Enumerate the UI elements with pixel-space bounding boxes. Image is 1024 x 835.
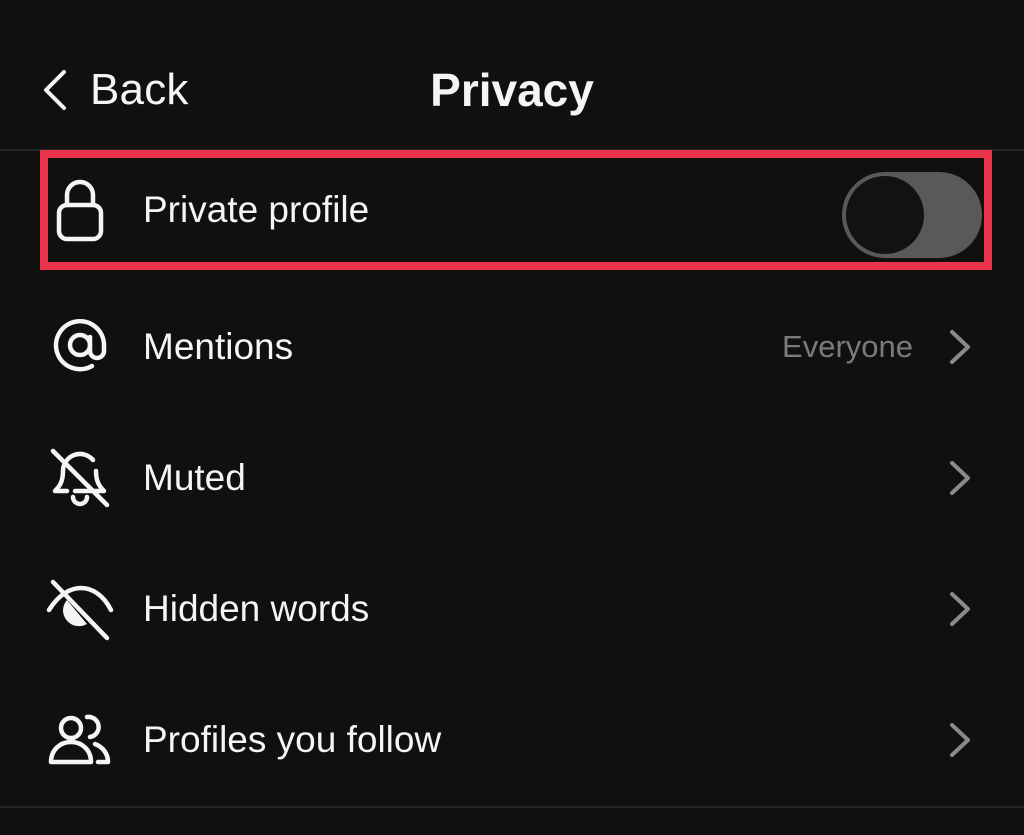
row-mentions[interactable]: Mentions Everyone [0, 287, 1024, 407]
chevron-right-icon [944, 458, 974, 498]
row-label-private-profile: Private profile [143, 189, 370, 230]
chevron-right-icon [944, 327, 974, 367]
page-title: Privacy [430, 64, 594, 116]
lock-icon [40, 170, 120, 250]
people-icon [40, 700, 120, 780]
chevron-right-icon [944, 720, 974, 760]
at-sign-icon [40, 307, 120, 387]
row-label-profiles-you-follow: Profiles you follow [143, 719, 442, 760]
bell-off-icon [40, 438, 120, 518]
mentions-value: Everyone [782, 329, 913, 364]
row-label-mentions: Mentions [143, 326, 294, 367]
row-label-hidden-words: Hidden words [143, 588, 370, 629]
toggle-knob [846, 176, 924, 254]
row-hidden-words[interactable]: Hidden words [0, 549, 1024, 669]
private-profile-toggle[interactable] [842, 172, 982, 258]
bottom-divider [0, 806, 1024, 808]
row-label-muted: Muted [143, 457, 246, 498]
header: Back Privacy [0, 0, 1024, 150]
row-muted[interactable]: Muted [0, 418, 1024, 538]
eye-off-icon [40, 569, 120, 649]
chevron-right-icon [944, 589, 974, 629]
row-profiles-you-follow[interactable]: Profiles you follow [0, 680, 1024, 800]
